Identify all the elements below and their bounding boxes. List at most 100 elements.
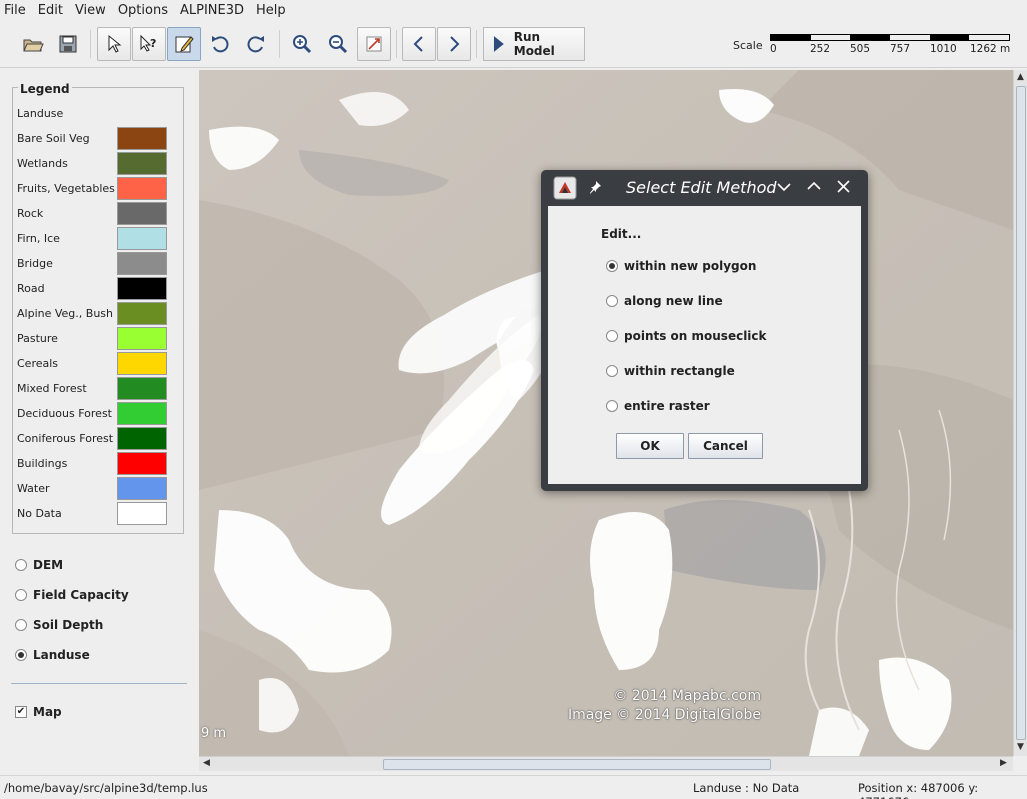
legend-color-swatch[interactable] (117, 502, 167, 525)
map-scale-fragment: 9 m (201, 726, 227, 741)
horizontal-scrollbar[interactable]: ◀ ▶ (199, 756, 1013, 771)
copyright-mapabc: © 2014 Mapabc.com (613, 688, 761, 704)
legend-color-swatch[interactable] (117, 327, 167, 350)
next-button[interactable] (437, 27, 471, 61)
svg-text:?: ? (150, 37, 156, 50)
layer-landuse-option[interactable]: Landuse (15, 648, 90, 662)
legend-color-swatch[interactable] (117, 252, 167, 275)
legend-item-label: Deciduous Forest (17, 407, 112, 420)
dialog-body: Edit... within new polygon along new lin… (548, 206, 861, 484)
zoom-in-button[interactable] (285, 27, 319, 61)
legend-color-swatch[interactable] (117, 302, 167, 325)
option-along-new-line[interactable]: along new line (606, 294, 723, 308)
legend-item-label: No Data (17, 507, 62, 520)
legend-color-swatch[interactable] (117, 152, 167, 175)
run-model-button[interactable]: Run Model (483, 27, 585, 61)
previous-button[interactable] (402, 27, 436, 61)
toolbar-separator (396, 30, 397, 58)
scale-tick: 757 (890, 43, 911, 55)
pin-icon[interactable] (588, 180, 602, 194)
legend-item: Bare Soil Veg (17, 127, 169, 151)
legend-color-swatch[interactable] (117, 277, 167, 300)
option-points-on-mouseclick[interactable]: points on mouseclick (606, 329, 767, 343)
legend-color-swatch[interactable] (117, 452, 167, 475)
option-label: entire raster (624, 399, 710, 413)
ok-button[interactable]: OK (616, 433, 684, 459)
scroll-left-icon[interactable]: ◀ (203, 758, 210, 768)
legend-color-swatch[interactable] (117, 202, 167, 225)
chevron-down-icon[interactable] (777, 181, 791, 193)
toolbar-separator (476, 30, 477, 58)
legend-color-swatch[interactable] (117, 177, 167, 200)
map-checkbox-label: Map (33, 705, 62, 719)
status-file-path: /home/bavay/src/alpine3d/temp.lus (4, 781, 208, 795)
query-button[interactable]: ? (132, 27, 166, 61)
menu-file[interactable]: File (0, 0, 32, 22)
zoom-extent-button[interactable] (357, 27, 391, 61)
option-within-new-polygon[interactable]: within new polygon (606, 259, 756, 273)
close-icon[interactable] (837, 180, 850, 193)
legend-color-swatch[interactable] (117, 227, 167, 250)
map-checkbox[interactable]: ✔ Map (15, 705, 62, 719)
legend-item: Deciduous Forest (17, 402, 169, 426)
legend-color-swatch[interactable] (117, 477, 167, 500)
redo-button[interactable] (239, 27, 273, 61)
legend-item-label: Bare Soil Veg (17, 132, 90, 145)
scale-tick: 1010 (930, 43, 957, 55)
scale-tick: 1262 m (970, 43, 1011, 55)
menu-alpine3d[interactable]: ALPINE3D (174, 0, 250, 22)
copyright-digitalglobe: Image © 2014 DigitalGlobe (567, 707, 761, 723)
edit-button[interactable] (167, 27, 201, 61)
undo-button[interactable] (203, 27, 237, 61)
legend-item: Rock (17, 202, 169, 226)
scroll-right-icon[interactable]: ▶ (1000, 758, 1007, 768)
vertical-scroll-thumb[interactable] (1016, 86, 1026, 740)
legend-item-label: Road (17, 282, 45, 295)
save-button[interactable] (51, 27, 85, 61)
select-edit-method-dialog: Select Edit Method Edit... within new po… (541, 170, 868, 491)
status-landuse: Landuse : No Data (693, 781, 800, 795)
vertical-scrollbar[interactable]: ▲ ▼ (1013, 70, 1027, 756)
legend-item-label: Bridge (17, 257, 53, 270)
legend-color-swatch[interactable] (117, 377, 167, 400)
chevron-up-icon[interactable] (807, 180, 821, 192)
cancel-button[interactable]: Cancel (688, 433, 763, 459)
layer-soil-depth-label: Soil Depth (33, 618, 104, 632)
radio-selected-icon (606, 260, 618, 272)
save-icon (59, 35, 77, 53)
legend-color-swatch[interactable] (117, 352, 167, 375)
legend-item: Water (17, 477, 169, 501)
legend-item: Cereals (17, 352, 169, 376)
layer-soil-depth-option[interactable]: Soil Depth (15, 618, 103, 632)
menu-view[interactable]: View (69, 0, 112, 22)
radio-icon (15, 619, 27, 631)
legend-item: Firn, Ice (17, 227, 169, 251)
menu-edit[interactable]: Edit (32, 0, 69, 22)
option-within-rectangle[interactable]: within rectangle (606, 364, 735, 378)
checkmark-icon: ✔ (15, 706, 27, 718)
option-label: points on mouseclick (624, 329, 767, 343)
legend-item-label: Pasture (17, 332, 58, 345)
status-position: Position x: 487006 y: 4771676 (858, 781, 979, 799)
chevron-left-icon (413, 36, 423, 52)
legend-item: Fruits, Vegetables (17, 177, 169, 201)
option-label: along new line (624, 294, 723, 308)
layer-field-capacity-option[interactable]: Field Capacity (15, 588, 129, 602)
open-button[interactable] (16, 27, 50, 61)
zoom-out-button[interactable] (321, 27, 355, 61)
select-pointer-button[interactable] (97, 27, 131, 61)
menu-help[interactable]: Help (250, 0, 292, 22)
scroll-down-icon[interactable]: ▼ (1017, 742, 1024, 752)
radio-icon (15, 589, 27, 601)
option-entire-raster[interactable]: entire raster (606, 399, 710, 413)
layer-dem-option[interactable]: DEM (15, 558, 63, 572)
horizontal-scroll-thumb[interactable] (383, 759, 771, 770)
legend-color-swatch[interactable] (117, 402, 167, 425)
legend-color-swatch[interactable] (117, 127, 167, 150)
menu-options[interactable]: Options (112, 0, 174, 22)
scroll-up-icon[interactable]: ▲ (1017, 72, 1024, 82)
legend-color-swatch[interactable] (117, 427, 167, 450)
radio-icon (606, 295, 618, 307)
dialog-titlebar[interactable]: Select Edit Method (541, 170, 868, 204)
edit-prompt: Edit... (601, 227, 642, 241)
